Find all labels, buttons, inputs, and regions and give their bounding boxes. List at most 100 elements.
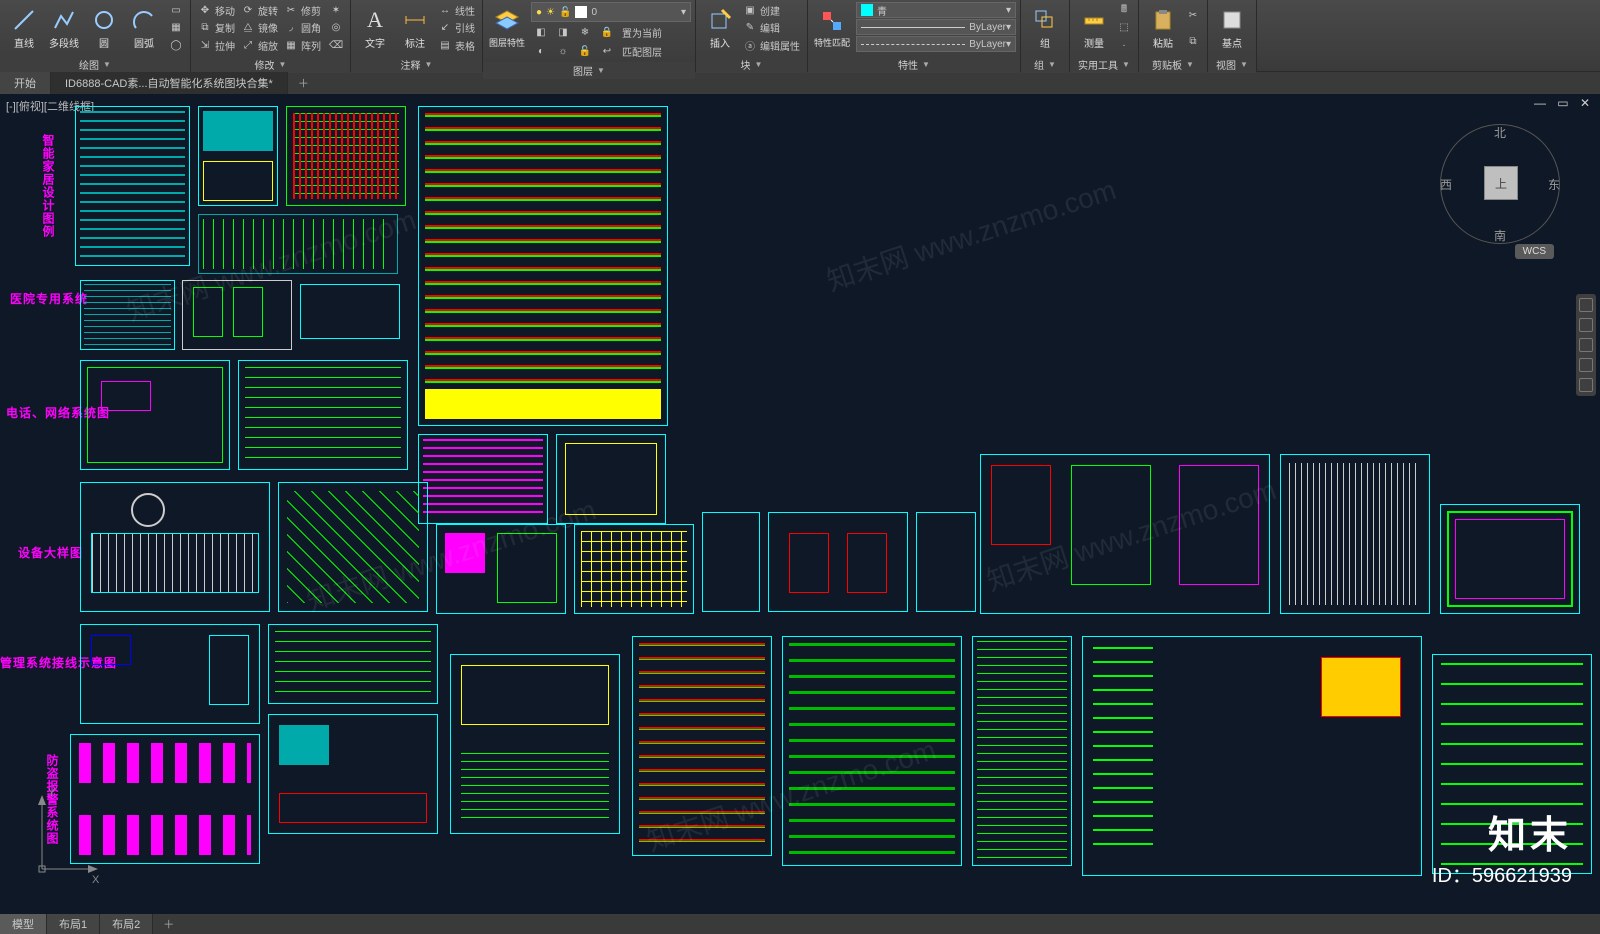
layout-tab-2[interactable]: 布局2 xyxy=(100,914,153,934)
line-button[interactable]: 直线 xyxy=(4,2,44,54)
wcs-badge[interactable]: WCS xyxy=(1515,244,1554,259)
create-block-button[interactable]: ▣创建 xyxy=(740,2,803,19)
layer-tool-7[interactable]: 🔓 xyxy=(575,43,595,60)
layer-tool-3[interactable]: ❄ xyxy=(575,24,595,41)
nav-wheel-icon[interactable] xyxy=(1579,298,1593,312)
chevron-down-icon[interactable]: ▼ xyxy=(1122,60,1130,69)
basepoint-button[interactable]: 基点 xyxy=(1212,2,1252,54)
edit-block-button[interactable]: ✎编辑 xyxy=(740,19,803,36)
cut-button[interactable]: ✂ xyxy=(1183,7,1203,24)
table-button[interactable]: ▤表格 xyxy=(435,37,478,54)
util-2[interactable]: ⬚ xyxy=(1114,19,1134,36)
layer-tool-6[interactable]: ☼ xyxy=(553,43,573,60)
color-dropdown[interactable]: 青▾ xyxy=(856,2,1016,18)
chevron-down-icon[interactable]: ▼ xyxy=(597,66,605,75)
chevron-down-icon[interactable]: ▼ xyxy=(279,60,287,69)
make-current-button[interactable]: 置为当前 xyxy=(619,24,665,41)
ucs-x-label: X xyxy=(92,874,99,886)
lineweight-dropdown[interactable]: ByLayer▾ xyxy=(856,19,1016,35)
modify-extra-1[interactable]: ✶ xyxy=(326,2,346,19)
copy-clip-button[interactable]: ⧉ xyxy=(1183,33,1203,50)
group-title-clip: 剪贴板 xyxy=(1152,57,1182,72)
paste-button[interactable]: 粘贴 xyxy=(1143,2,1183,54)
fillet-button[interactable]: ◞圆角 xyxy=(281,19,324,36)
chevron-down-icon[interactable]: ▼ xyxy=(755,60,763,69)
linetype-dropdown[interactable]: ByLayer▾ xyxy=(856,36,1016,52)
rotate-button[interactable]: ⟳旋转 xyxy=(238,2,281,19)
copy-button[interactable]: ⧉复制 xyxy=(195,19,238,36)
layer-lock-icon: 🔒 xyxy=(600,26,614,40)
nav-showmotion-icon[interactable] xyxy=(1579,378,1593,392)
scale-button[interactable]: ⤢缩放 xyxy=(238,37,281,54)
nav-pan-icon[interactable] xyxy=(1579,318,1593,332)
draw-extra-1[interactable]: ▭ xyxy=(166,2,186,19)
text-button[interactable]: A 文字 xyxy=(355,2,395,54)
text-label: 文字 xyxy=(365,35,385,50)
compass-e[interactable]: 东 xyxy=(1548,176,1560,193)
layout-tab-add[interactable]: ＋ xyxy=(153,916,184,932)
viewcube-face-top[interactable]: 上 xyxy=(1484,166,1518,200)
leader-button[interactable]: ↙引线 xyxy=(435,19,478,36)
layer-properties-button[interactable]: 图层特性 xyxy=(487,2,527,54)
chevron-down-icon[interactable]: ▼ xyxy=(1048,60,1056,69)
cad-sheet xyxy=(286,106,406,206)
chevron-down-icon[interactable]: ▼ xyxy=(922,60,930,69)
modify-extra-3[interactable]: ⌫ xyxy=(326,37,346,54)
compass-w[interactable]: 西 xyxy=(1440,176,1452,193)
edit-attr-button[interactable]: ⓐ编辑属性 xyxy=(740,37,803,54)
arc-button[interactable]: 圆弧 xyxy=(124,2,164,54)
layer-tool-2[interactable]: ◨ xyxy=(553,24,573,41)
tab-add-button[interactable]: ＋ xyxy=(288,75,319,91)
dimension-button[interactable]: 标注 xyxy=(395,2,435,54)
compass-s[interactable]: 南 xyxy=(1494,227,1506,244)
util-1[interactable]: 🖩 xyxy=(1114,2,1134,19)
move-button[interactable]: ✥移动 xyxy=(195,2,238,19)
measure-button[interactable]: 测量 xyxy=(1074,2,1114,54)
cad-sheet xyxy=(768,512,908,612)
drawing-area[interactable]: [-][俯视][二维线框] — ▭ ✕ 上 北 南 东 西 WCS 智能家居设计… xyxy=(0,94,1600,914)
linear-button[interactable]: ↔线性 xyxy=(435,2,478,19)
layer-tool-1[interactable]: ◧ xyxy=(531,24,551,41)
chevron-down-icon[interactable]: ▼ xyxy=(1186,60,1194,69)
ribbon-group-layer: 图层特性 ● ☀ 🔓 0▾ ◧ ◨ ❄ 🔒 置为当前 ◐ xyxy=(483,0,696,71)
dimension-icon xyxy=(402,7,428,33)
viewcube[interactable]: 上 北 南 东 西 xyxy=(1440,124,1560,244)
group-title-draw: 绘图 xyxy=(79,57,99,72)
match-props-button[interactable]: 特性匹配 xyxy=(812,2,852,54)
match-layer-button[interactable]: 匹配图层 xyxy=(619,43,665,60)
tab-current-file[interactable]: ID6888-CAD素...自动智能化系统图块合集* xyxy=(51,72,288,94)
stretch-button[interactable]: ⇲拉伸 xyxy=(195,37,238,54)
trim-icon: ✂ xyxy=(284,4,298,18)
draw-extra-3[interactable]: ◯ xyxy=(166,37,186,54)
ribbon-group-util: 测量 🖩 ⬚ · 实用工具▼ xyxy=(1070,0,1139,71)
polyline-button[interactable]: 多段线 xyxy=(44,2,84,54)
layer-tool-8[interactable]: ↩ xyxy=(597,43,617,60)
insert-label: 插入 xyxy=(710,35,730,50)
tab-start[interactable]: 开始 xyxy=(0,72,51,94)
draw-extra-2[interactable]: ▦ xyxy=(166,19,186,36)
viewport-window-controls[interactable]: — ▭ ✕ xyxy=(1534,96,1594,110)
layout-tab-model[interactable]: 模型 xyxy=(0,914,47,934)
util-3[interactable]: · xyxy=(1114,37,1134,54)
layer-tool-4[interactable]: 🔒 xyxy=(597,24,617,41)
layer-tool-5[interactable]: ◐ xyxy=(531,43,551,60)
array-button[interactable]: ▦阵列 xyxy=(281,37,324,54)
compass-n[interactable]: 北 xyxy=(1494,124,1506,141)
nav-zoom-icon[interactable] xyxy=(1579,338,1593,352)
trim-button[interactable]: ✂修剪 xyxy=(281,2,324,19)
group-button[interactable]: 组 xyxy=(1025,2,1065,54)
insert-button[interactable]: 插入 xyxy=(700,2,740,54)
modify-extra-2[interactable]: ◎ xyxy=(326,19,346,36)
array-icon: ▦ xyxy=(284,38,298,52)
layout-tab-1[interactable]: 布局1 xyxy=(47,914,100,934)
nav-orbit-icon[interactable] xyxy=(1579,358,1593,372)
chevron-down-icon[interactable]: ▼ xyxy=(425,60,433,69)
mirror-button[interactable]: ⧋镜像 xyxy=(238,19,281,36)
cad-sheet xyxy=(80,280,175,350)
ribbon: 直线 多段线 圆 圆弧 ▭ ▦ ◯ 绘图▼ ✥ xyxy=(0,0,1600,72)
group-title-block: 块 xyxy=(741,57,751,72)
current-layer-dropdown[interactable]: ● ☀ 🔓 0▾ xyxy=(531,2,691,22)
circle-button[interactable]: 圆 xyxy=(84,2,124,54)
chevron-down-icon[interactable]: ▼ xyxy=(1240,60,1248,69)
chevron-down-icon[interactable]: ▼ xyxy=(103,60,111,69)
